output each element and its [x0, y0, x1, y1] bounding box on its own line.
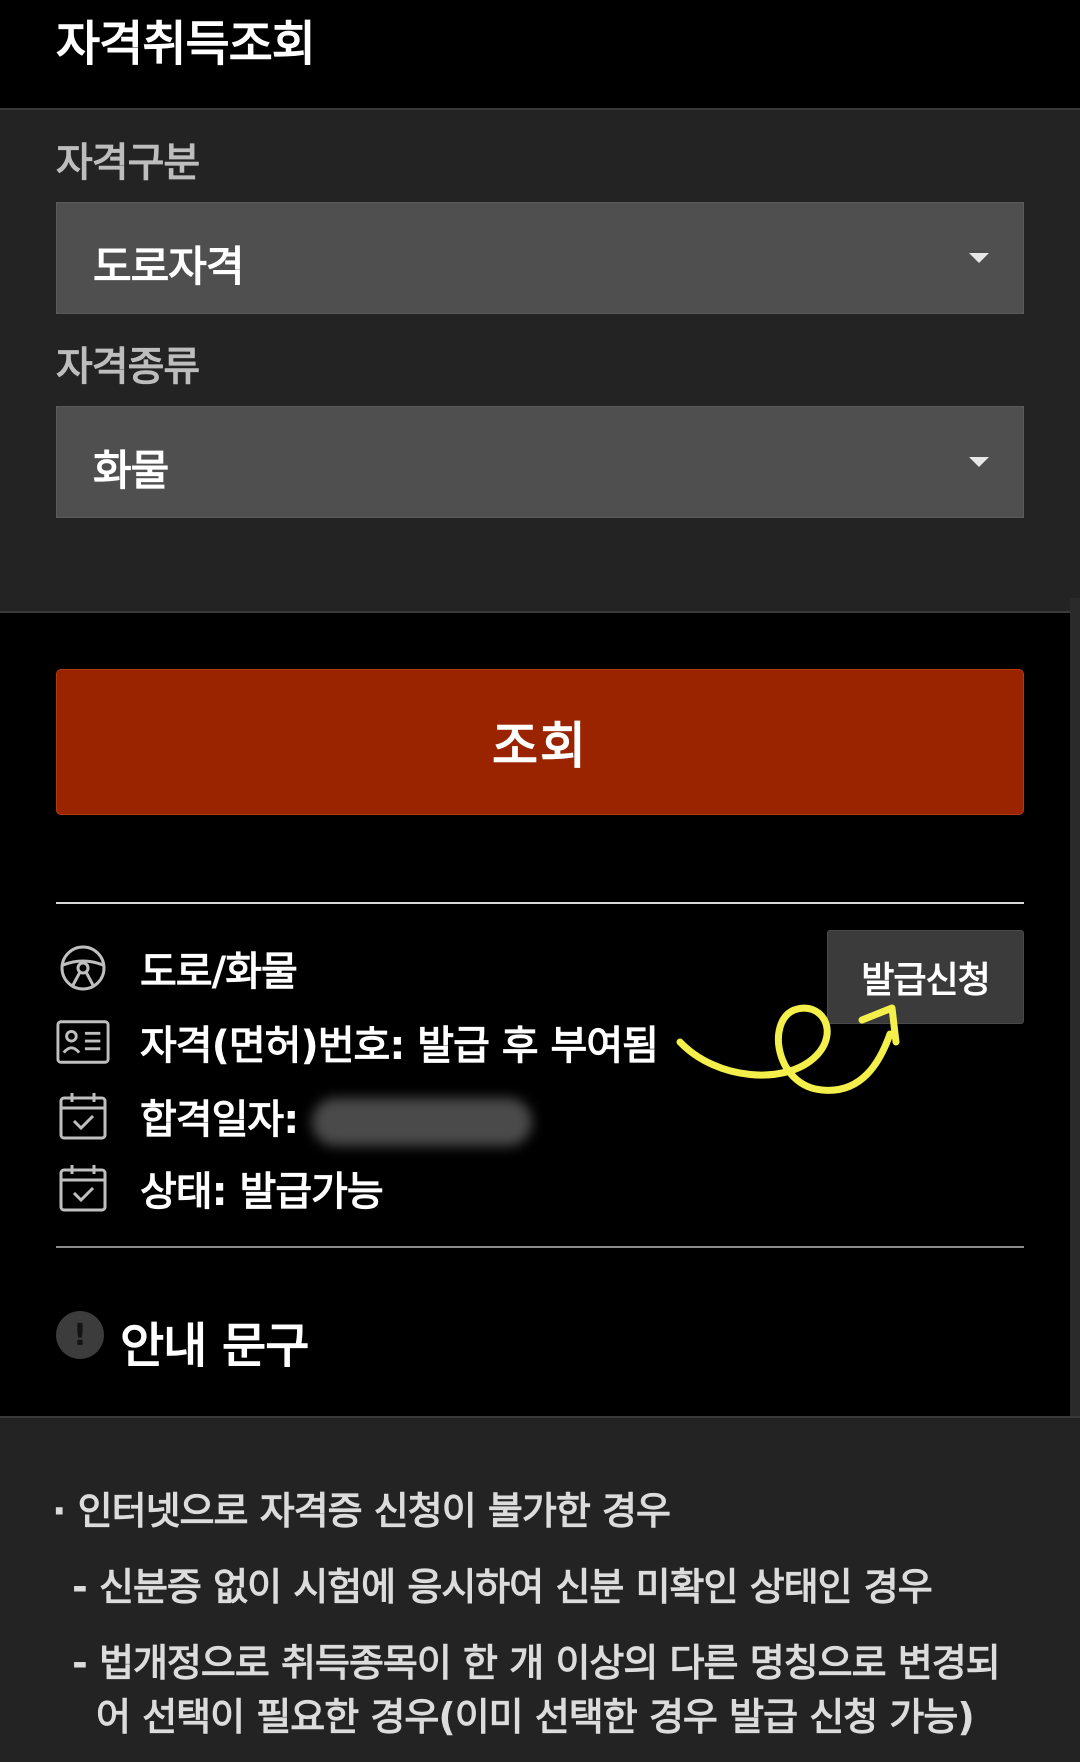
caret-down-icon: [969, 457, 989, 467]
steering-wheel-icon: [56, 941, 110, 995]
search-button[interactable]: 조회: [56, 669, 1024, 815]
notice-line: - 법개정으로 취득종목이 한 개 이상의 다른 명칭으로 변경되: [72, 1641, 1001, 1685]
result-title: 도로/화물: [140, 949, 298, 995]
result-card: 도로/화물 자격(면허)번호: 발급 후 부여됨 합격일자: 상태: 발급가능 …: [56, 902, 1024, 1248]
type-select[interactable]: 화물: [56, 406, 1024, 518]
category-select-value: 도로자격: [93, 242, 245, 291]
notice-line: · 인터넷으로 자격증 신청이 불가한 경우: [52, 1489, 671, 1533]
pass-date-row: 합격일자:: [56, 1086, 533, 1146]
calendar-check-icon: [56, 1089, 110, 1143]
annotation-arrow-icon: [676, 1004, 900, 1094]
notice-line: 어 선택이 필요한 경우(이미 선택한 경우 발급 신청 가능): [96, 1695, 975, 1739]
exclamation-icon: !: [56, 1311, 104, 1359]
type-select-value: 화물: [93, 446, 169, 495]
caret-down-icon: [969, 253, 989, 263]
pass-date: 합격일자:: [140, 1087, 533, 1146]
status: 상태: 발급가능: [140, 1169, 384, 1215]
filter-panel: 자격구분 도로자격 자격종류 화물: [0, 110, 1080, 613]
notice-line: - 신분증 없이 시험에 응시하여 신분 미확인 상태인 경우: [72, 1565, 933, 1609]
status-row: 상태: 발급가능: [56, 1158, 384, 1218]
license-number-row: 자격(면허)번호: 발급 후 부여됨: [56, 1012, 659, 1072]
category-select[interactable]: 도로자격: [56, 202, 1024, 314]
page-title: 자격취득조회: [56, 16, 316, 72]
result-title-row: 도로/화물: [56, 938, 298, 998]
notice-body: · 인터넷으로 자격증 신청이 불가한 경우 - 신분증 없이 시험에 응시하여…: [0, 1418, 1080, 1762]
category-label: 자격구분: [56, 140, 200, 186]
app-header: 자격취득조회: [0, 0, 1080, 110]
type-label: 자격종류: [56, 344, 200, 390]
page: 자격취득조회 자격구분 도로자격 자격종류 화물 조회 도로/화물 자격(면허)…: [0, 0, 1080, 1762]
notice-header: ! 안내 문구: [0, 1250, 1080, 1418]
license-number: 자격(면허)번호: 발급 후 부여됨: [140, 1023, 659, 1069]
calendar-check-icon: [56, 1161, 110, 1215]
id-card-icon: [56, 1015, 110, 1069]
pass-date-label: 합격일자:: [140, 1096, 299, 1143]
notice-title: 안내 문구: [120, 1318, 309, 1374]
redacted-date: [312, 1097, 533, 1146]
